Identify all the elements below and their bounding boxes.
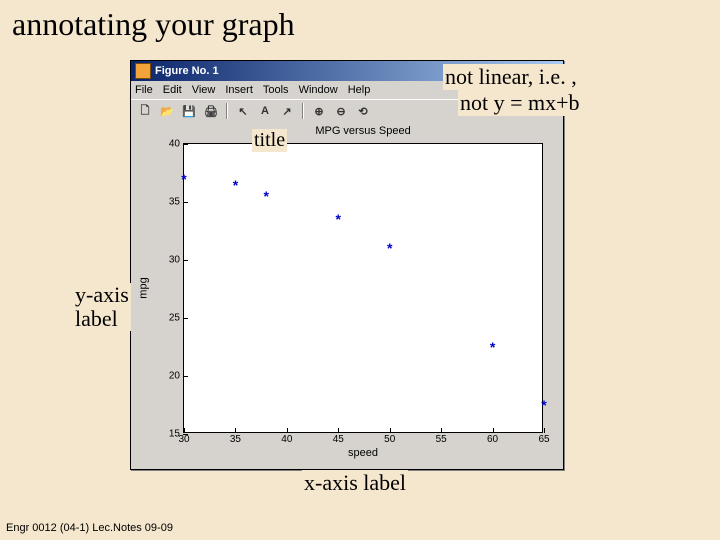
xtick-label: 65 xyxy=(538,434,549,445)
data-point: * xyxy=(181,171,186,187)
zoomout-icon[interactable]: ⊖ xyxy=(331,101,351,121)
chart-title: MPG versus Speed xyxy=(183,125,543,137)
matlab-figure-window: Figure No. 1 _ □ × File Edit View Insert… xyxy=(130,60,564,470)
open-icon[interactable]: 📂 xyxy=(157,101,177,121)
callout-title: title xyxy=(252,129,287,152)
ytick-label: 25 xyxy=(169,313,180,324)
plot-area: MPG versus Speed mpg 1520253035403035404… xyxy=(131,121,563,469)
data-point: * xyxy=(541,397,546,413)
menu-tools[interactable]: Tools xyxy=(263,84,289,96)
data-point: * xyxy=(387,240,392,256)
ytick-label: 20 xyxy=(169,371,180,382)
menu-edit[interactable]: Edit xyxy=(163,84,182,96)
menu-window[interactable]: Window xyxy=(299,84,338,96)
data-point: * xyxy=(336,211,341,227)
ytick-label: 30 xyxy=(169,255,180,266)
print-icon[interactable]: 🖨 xyxy=(201,101,221,121)
rotate-icon[interactable]: ⟲ xyxy=(353,101,373,121)
data-point: * xyxy=(264,188,269,204)
ytick-label: 40 xyxy=(169,139,180,150)
data-point: * xyxy=(490,339,495,355)
xtick-label: 45 xyxy=(333,434,344,445)
axes[interactable]: 1520253035403035404550556065******* xyxy=(183,143,543,433)
menu-help[interactable]: Help xyxy=(348,84,371,96)
save-icon[interactable]: 💾 xyxy=(179,101,199,121)
menu-file[interactable]: File xyxy=(135,84,153,96)
new-icon[interactable]: 🗋 xyxy=(135,101,155,121)
y-axis-label: mpg xyxy=(137,143,151,433)
callout-yaxis: y-axis label xyxy=(73,283,131,331)
text-icon[interactable]: A xyxy=(255,101,275,121)
slide-footer: Engr 0012 (04-1) Lec.Notes 09-09 xyxy=(6,522,173,534)
data-point: * xyxy=(233,177,238,193)
xtick-label: 50 xyxy=(384,434,395,445)
ytick-label: 35 xyxy=(169,197,180,208)
arrow-icon[interactable]: ↖ xyxy=(233,101,253,121)
matlab-icon xyxy=(135,63,151,79)
xtick-label: 35 xyxy=(230,434,241,445)
xtick-label: 60 xyxy=(487,434,498,445)
callout-nonlinear-line1: not linear, i.e. , xyxy=(443,64,579,90)
xtick-label: 55 xyxy=(436,434,447,445)
window-title: Figure No. 1 xyxy=(155,65,219,77)
callout-nonlinear-line2: not y = mx+b xyxy=(458,90,582,116)
xtick-label: 30 xyxy=(178,434,189,445)
zoomin-icon[interactable]: ⊕ xyxy=(309,101,329,121)
callout-xaxis: x-axis label xyxy=(302,470,408,496)
menu-view[interactable]: View xyxy=(192,84,216,96)
draw-icon[interactable]: ↗ xyxy=(277,101,297,121)
xtick-label: 40 xyxy=(281,434,292,445)
x-axis-label: speed xyxy=(183,447,543,459)
menu-insert[interactable]: Insert xyxy=(225,84,253,96)
slide-title: annotating your graph xyxy=(12,6,295,43)
